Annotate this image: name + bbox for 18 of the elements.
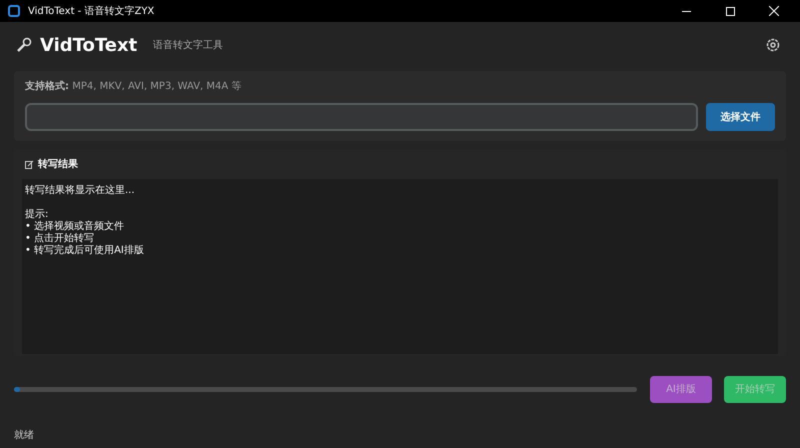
formats-text: 支持格式: MP4, MKV, AVI, MP3, WAV, M4A 等 <box>25 80 242 94</box>
result-title: 转写结果 <box>38 158 78 172</box>
result-line: • 转写完成后可使用AI排版 <box>25 245 144 257</box>
result-line: 提示: <box>25 209 48 220</box>
app-title: VidToText <box>40 34 138 58</box>
choose-file-button[interactable]: 选择文件 <box>706 103 775 131</box>
app-subtitle: 语音转文字工具 <box>153 38 224 52</box>
window-title: VidToText - 语音转文字ZYX <box>28 4 154 18</box>
settings-icon[interactable] <box>766 38 780 52</box>
status-text: 就绪 <box>14 430 34 441</box>
file-path-field[interactable] <box>25 103 698 131</box>
memo-icon <box>25 160 34 168</box>
close-icon <box>769 6 779 16</box>
result-line: 转写结果将显示在这里... <box>25 185 135 197</box>
result-line: • 选择视频或音频文件 <box>25 221 124 232</box>
app-icon <box>8 5 20 17</box>
result-text-area[interactable]: 转写结果将显示在这里... 提示: • 选择视频或音频文件 • 点击开始转写 • 转写完成后可使用AI排版 <box>22 179 778 354</box>
result-line: • 点击开始转写 <box>25 233 94 244</box>
